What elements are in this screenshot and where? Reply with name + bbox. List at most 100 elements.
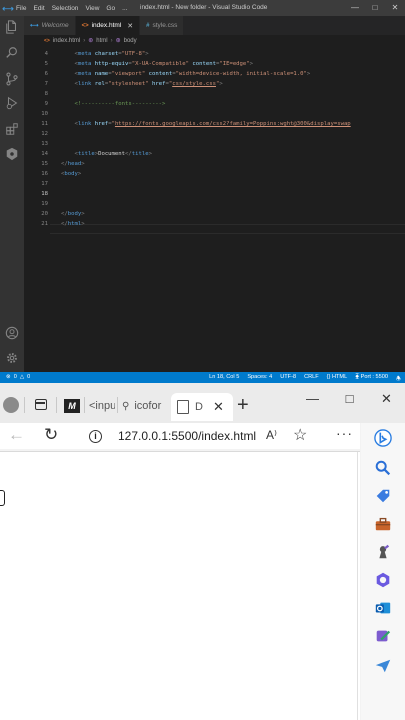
menu-view[interactable]: View — [85, 5, 99, 12]
browser-tab-3[interactable]: ⚲ icofor — [122, 395, 168, 417]
code-editor[interactable]: 4 <meta charset="UTF-8"> 5 <meta http-equ… — [24, 36, 405, 366]
new-tab-button[interactable]: + — [237, 394, 249, 417]
code-line[interactable]: 16 <body> — [24, 169, 405, 179]
code-line[interactable]: 14 <title>Document</title> — [24, 149, 405, 159]
remote-icon[interactable] — [5, 147, 19, 161]
close-button[interactable]: ✕ — [385, 0, 405, 16]
code-line[interactable]: 18 — [24, 189, 405, 199]
menu-go[interactable]: Go — [106, 5, 115, 12]
files-icon[interactable] — [5, 20, 19, 34]
line-number: 14 — [41, 151, 48, 157]
tab-label: Welcome — [41, 22, 69, 29]
edge-window: M <inpu ⚲ icofor D ✕ + — □ ✕ ← ↻ i 127.0… — [0, 383, 405, 720]
close-icon[interactable]: ✕ — [127, 22, 133, 30]
code-line[interactable]: 10 — [24, 109, 405, 119]
source-control-icon[interactable] — [5, 72, 19, 86]
string-value: "X-UA-Compatible" — [131, 61, 193, 67]
shopping-tag-icon[interactable] — [372, 485, 394, 507]
code-line[interactable]: 17 — [24, 179, 405, 189]
browser-tab-2[interactable]: <inpu — [89, 395, 115, 417]
code-line[interactable]: 15 </head> — [24, 159, 405, 169]
bing-chat-icon[interactable] — [372, 427, 394, 449]
line-number: 9 — [44, 101, 48, 107]
accounts-icon[interactable] — [5, 326, 19, 340]
menu-file[interactable]: File — [16, 5, 26, 12]
maximize-button[interactable]: □ — [331, 391, 368, 407]
comment: <!----------fonts---------> — [74, 101, 166, 107]
tab-welcome[interactable]: ⟷ Welcome — [24, 16, 76, 35]
tag-name: link — [77, 81, 95, 87]
edge-window-controls: — □ ✕ — [294, 391, 405, 407]
browser-tab-active[interactable]: D ✕ — [171, 393, 233, 421]
code-line[interactable]: 12 — [24, 129, 405, 139]
tab-actions-icon[interactable] — [35, 399, 47, 410]
games-icon[interactable] — [372, 541, 394, 563]
code-line[interactable]: 6 <meta name="viewport" content="width=d… — [24, 69, 405, 79]
code-line[interactable]: 20 </body> — [24, 209, 405, 219]
maximize-button[interactable]: □ — [365, 0, 385, 16]
line-number: 20 — [41, 211, 48, 217]
code-text: <meta charset="UTF-8"> — [61, 49, 148, 59]
tag-name: link — [77, 121, 95, 127]
code-line[interactable]: 7 <link rel="stylesheet" href="css/style… — [24, 79, 405, 89]
string-value: "UTF-8" — [121, 51, 146, 57]
browser-tab-1[interactable]: M — [64, 395, 82, 417]
punctuation: > — [81, 211, 85, 217]
code-line[interactable]: 4 <meta charset="UTF-8"> — [24, 49, 405, 59]
menu-edit[interactable]: Edit — [33, 5, 44, 12]
drop-icon[interactable] — [372, 625, 394, 647]
close-button[interactable]: ✕ — [368, 391, 405, 407]
outlook-icon[interactable] — [372, 597, 394, 619]
punctuation: </ — [61, 221, 68, 227]
punctuation: </ — [125, 151, 132, 157]
search-icon[interactable] — [5, 46, 19, 60]
extensions-icon[interactable] — [5, 122, 19, 136]
code-text: <meta name="viewport" content="width=dev… — [61, 69, 310, 79]
run-debug-icon[interactable] — [5, 96, 19, 110]
refresh-button[interactable]: ↻ — [44, 425, 58, 445]
edge-sidebar — [361, 423, 405, 720]
profile-avatar[interactable] — [3, 397, 19, 413]
close-icon[interactable]: ✕ — [213, 399, 224, 415]
tab-style-css[interactable]: # style.css — [140, 16, 185, 35]
code-line[interactable]: 19 — [24, 199, 405, 209]
send-icon[interactable] — [372, 655, 394, 677]
menu-selection[interactable]: Selection — [52, 5, 79, 12]
read-aloud-button[interactable]: A⁾ — [266, 428, 277, 442]
code-line[interactable]: 13 — [24, 139, 405, 149]
line-number: 15 — [41, 161, 48, 167]
line-number: 8 — [44, 91, 48, 97]
punctuation: </ — [61, 211, 68, 217]
back-button[interactable]: ← — [8, 425, 25, 445]
code-text: <meta http-equiv="X-UA-Compatible" conte… — [61, 59, 253, 69]
minimize-button[interactable]: — — [294, 391, 331, 407]
menu-more[interactable]: ... — [122, 5, 127, 12]
punctuation: > — [219, 81, 223, 87]
page-viewport[interactable] — [0, 451, 360, 720]
tag-name: title — [131, 151, 149, 157]
info-icon[interactable]: i — [89, 429, 102, 443]
browser-tab-strip: M <inpu ⚲ icofor D ✕ + — □ ✕ — [0, 383, 405, 423]
settings-icon[interactable] — [5, 351, 19, 365]
problems-indicator[interactable]: ⊗ 0 △ 0 — [6, 374, 30, 380]
microsoft-365-icon[interactable] — [372, 569, 394, 591]
code-line[interactable]: 21 </html> — [24, 219, 405, 229]
tab-index-html[interactable]: <> index.html ✕ — [75, 16, 141, 35]
minimize-button[interactable]: — — [345, 0, 365, 16]
code-line[interactable]: 11 <link href="https://fonts.googleapis.… — [24, 119, 405, 129]
line-number: 11 — [41, 121, 48, 127]
more-button[interactable]: ··· — [336, 425, 353, 441]
vscode-logo-icon: ⟷ — [2, 3, 14, 13]
code-line[interactable]: 5 <meta http-equiv="X-UA-Compatible" con… — [24, 59, 405, 69]
code-line[interactable]: 9 <!----------fonts---------> — [24, 99, 405, 109]
code-line[interactable]: 8 — [24, 89, 405, 99]
attribute-name: content — [192, 61, 216, 67]
favorites-star-icon[interactable]: ☆ — [293, 425, 307, 445]
warning-count: 0 — [27, 374, 31, 380]
search-icon[interactable] — [372, 457, 394, 479]
toolbox-icon[interactable] — [372, 513, 394, 535]
